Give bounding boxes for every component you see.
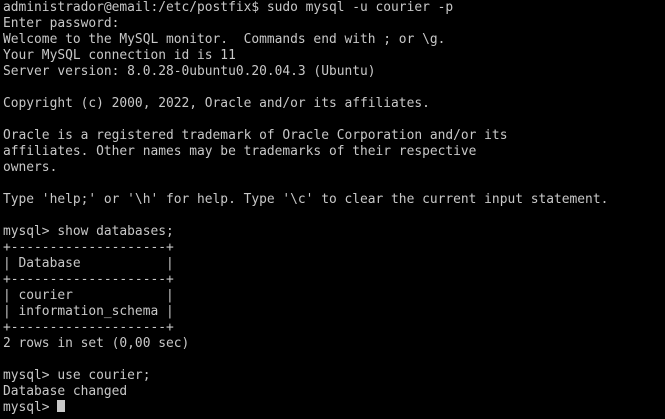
query-result-summary: 2 rows in set (0,00 sec) [3, 336, 190, 351]
table-border: +--------------------+ [3, 320, 174, 335]
mysql-command-show-databases: mysql> show databases; [3, 224, 174, 239]
table-row: | courier | [3, 288, 174, 303]
shell-command-line: administrador@email:/etc/postfix$ sudo m… [3, 0, 454, 15]
table-border: +--------------------+ [3, 272, 174, 287]
copyright-notice: Copyright (c) 2000, 2022, Oracle and/or … [3, 96, 430, 111]
table-header: | Database | [3, 256, 174, 271]
table-border: +--------------------+ [3, 240, 174, 255]
help-hint: Type 'help;' or '\h' for help. Type '\c'… [3, 192, 609, 207]
database-changed-message: Database changed [3, 384, 128, 399]
mysql-prompt: mysql> [3, 400, 58, 415]
trademark-notice: Oracle is a registered trademark of Orac… [3, 128, 508, 143]
terminal-window[interactable]: administrador@email:/etc/postfix$ sudo m… [3, 0, 663, 419]
cursor-icon [57, 400, 66, 412]
welcome-message: Welcome to the MySQL monitor. Commands e… [3, 32, 446, 47]
mysql-command-use-courier: mysql> use courier; [3, 368, 151, 383]
mysql-prompt-line[interactable]: mysql> [3, 400, 663, 416]
trademark-notice: owners. [3, 160, 58, 175]
server-version: Server version: 8.0.28-0ubuntu0.20.04.3 … [3, 64, 376, 79]
table-row: | information_schema | [3, 304, 174, 319]
trademark-notice: affiliates. Other names may be trademark… [3, 144, 477, 159]
connection-id: Your MySQL connection id is 11 [3, 48, 236, 63]
password-prompt: Enter password: [3, 16, 120, 31]
